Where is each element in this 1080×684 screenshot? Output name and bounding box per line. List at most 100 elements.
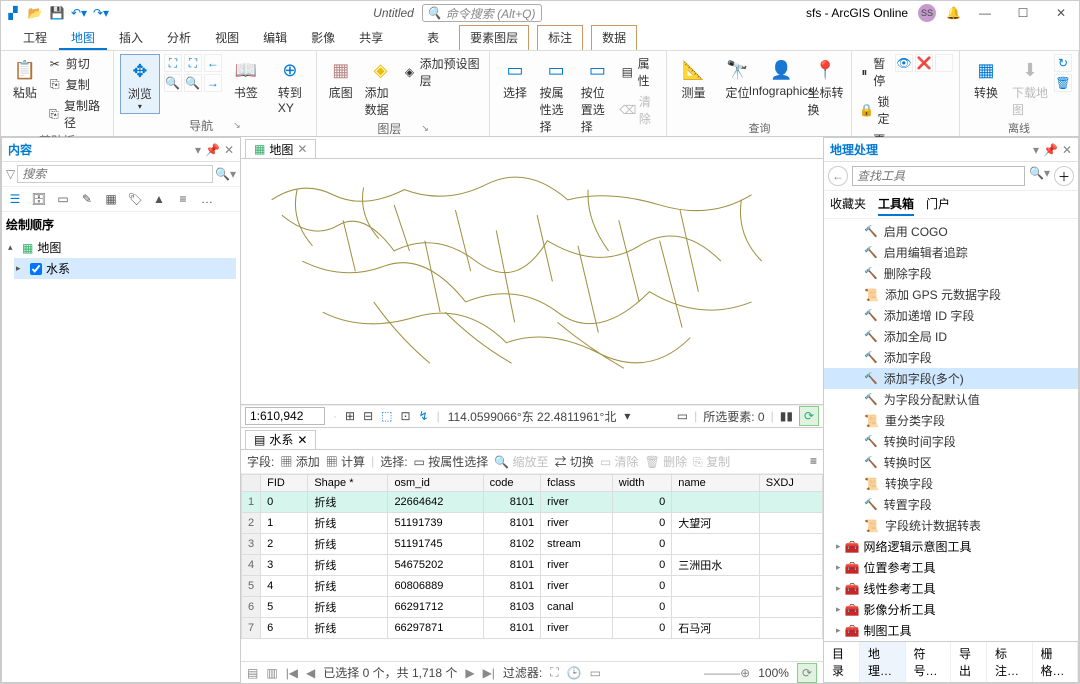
calc-field-button[interactable]: ▦ 计算 [326, 453, 365, 470]
switch-sel-button[interactable]: ⇄ 切换 [555, 453, 594, 470]
convert-button[interactable]: ▦转换 [966, 54, 1006, 103]
col-header[interactable]: fclass [541, 474, 613, 491]
gp-toolbox-item[interactable]: ▸🧰网络逻辑示意图工具 [824, 536, 1078, 557]
layer-visibility-checkbox[interactable] [30, 263, 42, 275]
gp-back-icon[interactable]: ← [828, 166, 848, 186]
goto-xy-button[interactable]: ⊕转到 XY [270, 54, 310, 117]
list-selection-icon[interactable]: ▭ [54, 190, 72, 208]
contents-options-icon[interactable]: ▾ [195, 143, 201, 157]
list-more-icon[interactable]: … [198, 190, 216, 208]
basemap-button[interactable]: ▦底图 [323, 54, 359, 103]
show-sel-icon[interactable]: ▥ [266, 666, 277, 680]
gp-close-icon[interactable]: ✕ [1062, 143, 1072, 157]
attributes-button[interactable]: ▤属性 [620, 54, 661, 90]
list-edit-icon[interactable]: ✎ [78, 190, 96, 208]
view-rotate-icon[interactable]: ⊟ [363, 409, 373, 423]
context-tab-featurelayer[interactable]: 要素图层 [459, 25, 529, 50]
tab-map[interactable]: 地图 [59, 25, 107, 50]
gp-tool-item[interactable]: 📜字段统计数据转表 [824, 515, 1078, 536]
tab-share[interactable]: 共享 [347, 25, 395, 50]
col-header[interactable]: width [612, 474, 671, 491]
context-tab-data[interactable]: 数据 [591, 25, 637, 50]
pause-label-button[interactable]: ⏸暂停 [858, 54, 891, 90]
gp-options-icon[interactable]: ▾ [1033, 143, 1039, 157]
gp-tool-item[interactable]: 🔨启用编辑者追踪 [824, 242, 1078, 263]
gp-tool-item[interactable]: 📜转换字段 [824, 473, 1078, 494]
attr-refresh-icon[interactable]: ⟳ [797, 663, 817, 683]
list-perspective-icon[interactable]: ▲ [150, 190, 168, 208]
coordconv-button[interactable]: 📍坐标转换 [805, 54, 845, 120]
tab-view[interactable]: 视图 [203, 25, 251, 50]
show-all-icon[interactable]: ▤ [247, 666, 258, 680]
gp-tool-item[interactable]: 🔨转换时区 [824, 452, 1078, 473]
add-field-button[interactable]: ▦ 添加 [280, 453, 319, 470]
attr-tab[interactable]: ▤ 水系 ✕ [245, 430, 316, 449]
tab-imagery[interactable]: 影像 [299, 25, 347, 50]
addpreset-button[interactable]: ◈添加预设图层 [402, 54, 483, 90]
table-row[interactable]: 32折线511917458102stream0 [242, 533, 823, 554]
tab-table[interactable]: 表 [415, 25, 451, 50]
col-header[interactable]: name [672, 474, 760, 491]
contents-search-go[interactable]: 🔍▾ [215, 167, 236, 181]
save-icon[interactable]: 💾 [49, 5, 65, 21]
copypath-button[interactable]: ⎘复制路径 [47, 96, 107, 132]
col-header[interactable]: code [483, 474, 541, 491]
gp-tool-item[interactable]: 🔨为字段分配默认值 [824, 389, 1078, 410]
cut-button[interactable]: ✂剪切 [47, 54, 107, 73]
view-grid-icon[interactable]: ⊞ [345, 409, 355, 423]
measure-button[interactable]: 📐测量 [673, 54, 713, 103]
nav-mini-grid[interactable]: ⛶⛶← 🔍🔍→ [164, 54, 222, 92]
paste-button[interactable]: 📋粘贴 [7, 54, 43, 103]
table-row[interactable]: 54折线608068898101river0 [242, 575, 823, 596]
pause-draw-icon[interactable]: ▮▮ [780, 409, 793, 423]
copy-button[interactable]: ⎘ 复制 [693, 453, 730, 470]
toc-map-item[interactable]: ▴ ▦ 地图 [6, 237, 236, 258]
filter-extent-icon[interactable]: ⛶ [550, 665, 558, 680]
btab-gp[interactable]: 地理… [860, 642, 906, 682]
scale-input[interactable] [245, 407, 325, 425]
offline-mini[interactable]: ↻ 🗑 [1054, 54, 1072, 92]
lock-label-button[interactable]: 🔒锁定 [858, 92, 891, 128]
selbyattr-button[interactable]: ▭ 按属性选择 [414, 453, 489, 470]
contents-search-input[interactable] [17, 165, 213, 183]
dyn-icon[interactable]: ↯ [419, 409, 429, 423]
attr-table-wrap[interactable]: FIDShape *osm_idcodefclasswidthnameSXDJ … [241, 474, 823, 661]
context-tab-labeling[interactable]: 标注 [537, 25, 583, 50]
contents-pin-icon[interactable]: 📌 [205, 143, 220, 157]
layer-launcher-icon[interactable]: ↘ [421, 123, 429, 134]
coord-dropdown-icon[interactable]: ▾ [624, 409, 630, 423]
attr-table[interactable]: FIDShape *osm_idcodefclasswidthnameSXDJ … [241, 474, 823, 639]
zoomto-button[interactable]: 🔍 缩放至 [494, 453, 548, 470]
selectbyloc-button[interactable]: ▭按位置选择 [579, 54, 616, 137]
tab-edit[interactable]: 编辑 [251, 25, 299, 50]
infographics-button[interactable]: 👤Infographics [761, 54, 801, 100]
contents-close-icon[interactable]: ✕ [224, 143, 234, 157]
btab-symbology[interactable]: 符号… [906, 642, 952, 682]
table-row[interactable]: 65折线662917128103canal0 [242, 596, 823, 617]
gp-tab-toolbox[interactable]: 工具箱 [878, 193, 914, 216]
gp-toolbox-item[interactable]: ▸🧰位置参考工具 [824, 557, 1078, 578]
close-button[interactable]: ✕ [1047, 6, 1075, 20]
filter-icon[interactable]: ▽ [6, 167, 15, 181]
col-header[interactable]: Shape * [308, 474, 388, 491]
gp-tool-item[interactable]: 🔨转换时间字段 [824, 431, 1078, 452]
gp-search-go-icon[interactable]: 🔍▾ [1029, 166, 1050, 186]
label-mini-grid[interactable]: 👁❌ [895, 54, 953, 72]
nav-launcher-icon[interactable]: ↘ [233, 120, 241, 131]
gp-tool-item[interactable]: 🔨删除字段 [824, 263, 1078, 284]
gp-tool-item[interactable]: 🔨添加递增 ID 字段 [824, 305, 1078, 326]
gp-tool-item[interactable]: 🔨添加字段 [824, 347, 1078, 368]
list-draworder-icon[interactable]: ☰ [6, 190, 24, 208]
map-tab[interactable]: ▦ 地图 ✕ [245, 139, 316, 158]
select-button[interactable]: ▭选择 [496, 54, 533, 103]
tab-analysis[interactable]: 分析 [155, 25, 203, 50]
col-header[interactable]: osm_id [388, 474, 483, 491]
gp-tool-item[interactable]: 🔨添加全局 ID [824, 326, 1078, 347]
btab-raster[interactable]: 栅格… [1033, 642, 1079, 682]
map-canvas[interactable] [241, 159, 823, 405]
tab-project[interactable]: 工程 [11, 25, 59, 50]
btab-catalog[interactable]: 目录 [824, 642, 860, 682]
table-row[interactable]: 76折线662978718101river0石马河 [242, 617, 823, 638]
gp-toolbox-item[interactable]: ▸🧰影像分析工具 [824, 599, 1078, 620]
gp-tool-item[interactable]: 🔨添加字段(多个) [824, 368, 1078, 389]
